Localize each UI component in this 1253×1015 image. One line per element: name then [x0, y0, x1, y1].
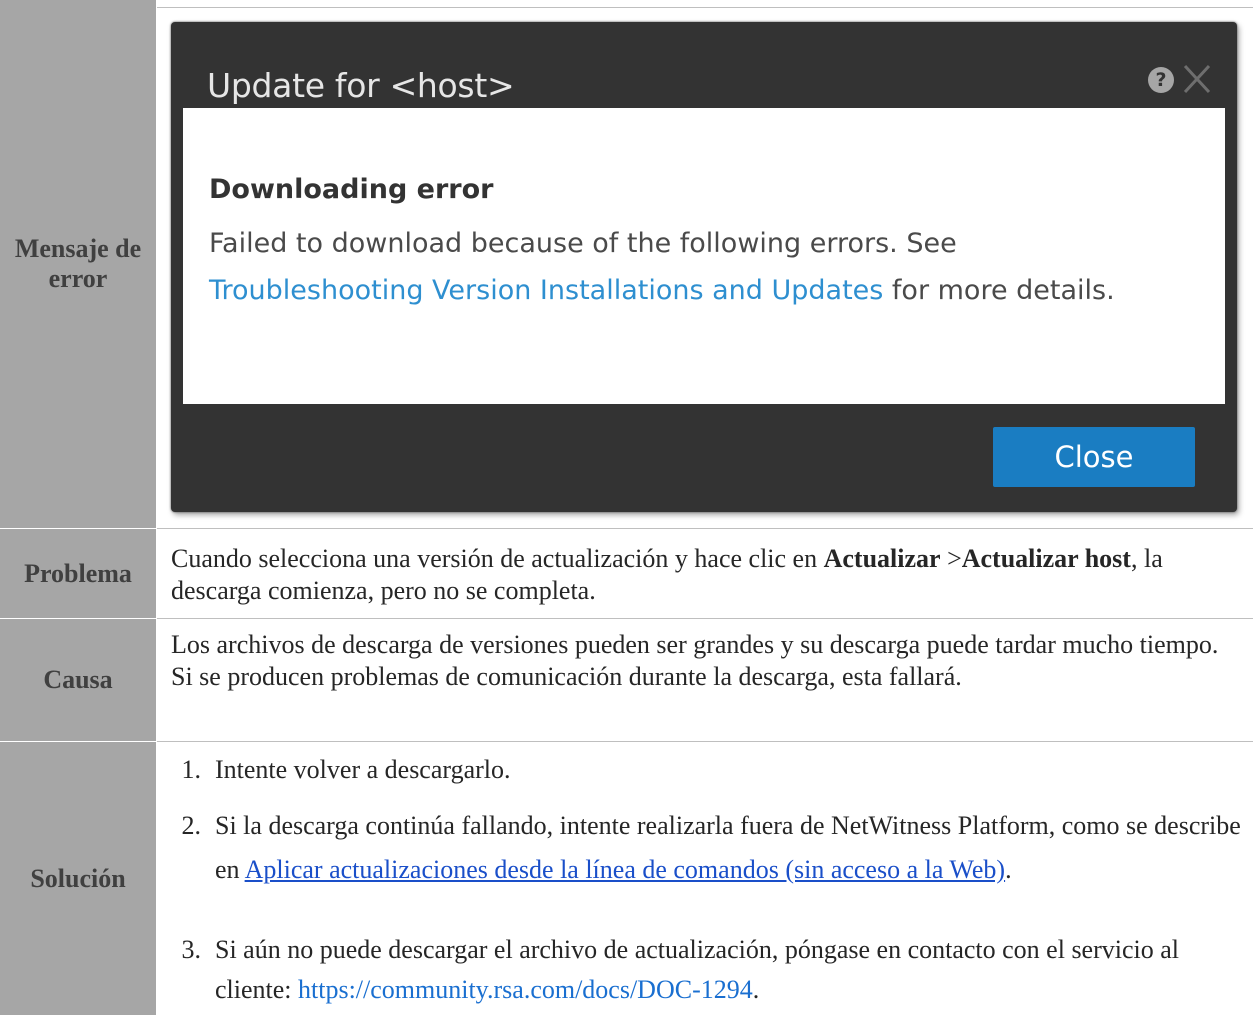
close-button[interactable]: Close	[993, 427, 1195, 487]
row-header-problem: Problema	[0, 529, 156, 618]
update-dialog: Update for <host> ? Downloading error Fa…	[171, 22, 1237, 512]
question-circle-icon[interactable]: ?	[1148, 67, 1174, 93]
dialog-title: Update for <host>	[207, 66, 515, 105]
list-number: 1.	[181, 755, 202, 784]
error-title: Downloading error	[209, 174, 494, 205]
row-divider	[157, 7, 1253, 8]
command-line-updates-link[interactable]: Aplicar actualizaciones desde la línea d…	[245, 855, 1005, 884]
dialog-body: Downloading error Failed to download bec…	[183, 108, 1225, 404]
list-number: 3.	[181, 935, 202, 964]
problem-text: Cuando selecciona una versión de actuali…	[171, 544, 1163, 605]
row-solution: Solución 1. Intente volver a descargarlo…	[0, 742, 1253, 1015]
problem-cell: Cuando selecciona una versión de actuali…	[157, 529, 1253, 618]
row-header-solution: Solución	[0, 742, 156, 1015]
cause-cell: Los archivos de descarga de versiones pu…	[157, 619, 1253, 741]
troubleshooting-link[interactable]: Troubleshooting Version Installations an…	[209, 275, 883, 306]
list-item-text: Si aún no puede descargar el archivo de …	[215, 935, 1180, 1004]
list-item-text: Intente volver a descargarlo.	[215, 755, 511, 784]
row-cause: Causa Los archivos de descarga de versio…	[0, 619, 1253, 741]
troubleshooting-table: Mensaje de error Update for <host> ? Dow…	[0, 0, 1253, 1015]
row-header-cause: Causa	[0, 619, 156, 741]
list-number: 2.	[181, 811, 202, 840]
list-item-text: Si la descarga continúa fallando, intent…	[215, 811, 1241, 884]
row-header-error-message: Mensaje de error	[0, 0, 156, 528]
row-problem: Problema Cuando selecciona una versión d…	[0, 529, 1253, 618]
cause-text: Los archivos de descarga de versiones pu…	[171, 630, 1219, 691]
solution-cell: 1. Intente volver a descargarlo. 2. Si l…	[157, 742, 1253, 1015]
x-icon[interactable]	[1181, 60, 1213, 96]
error-message: Failed to download because of the follow…	[209, 228, 1115, 306]
support-url-link[interactable]: https://community.rsa.com/docs/DOC-1294	[298, 975, 753, 1004]
